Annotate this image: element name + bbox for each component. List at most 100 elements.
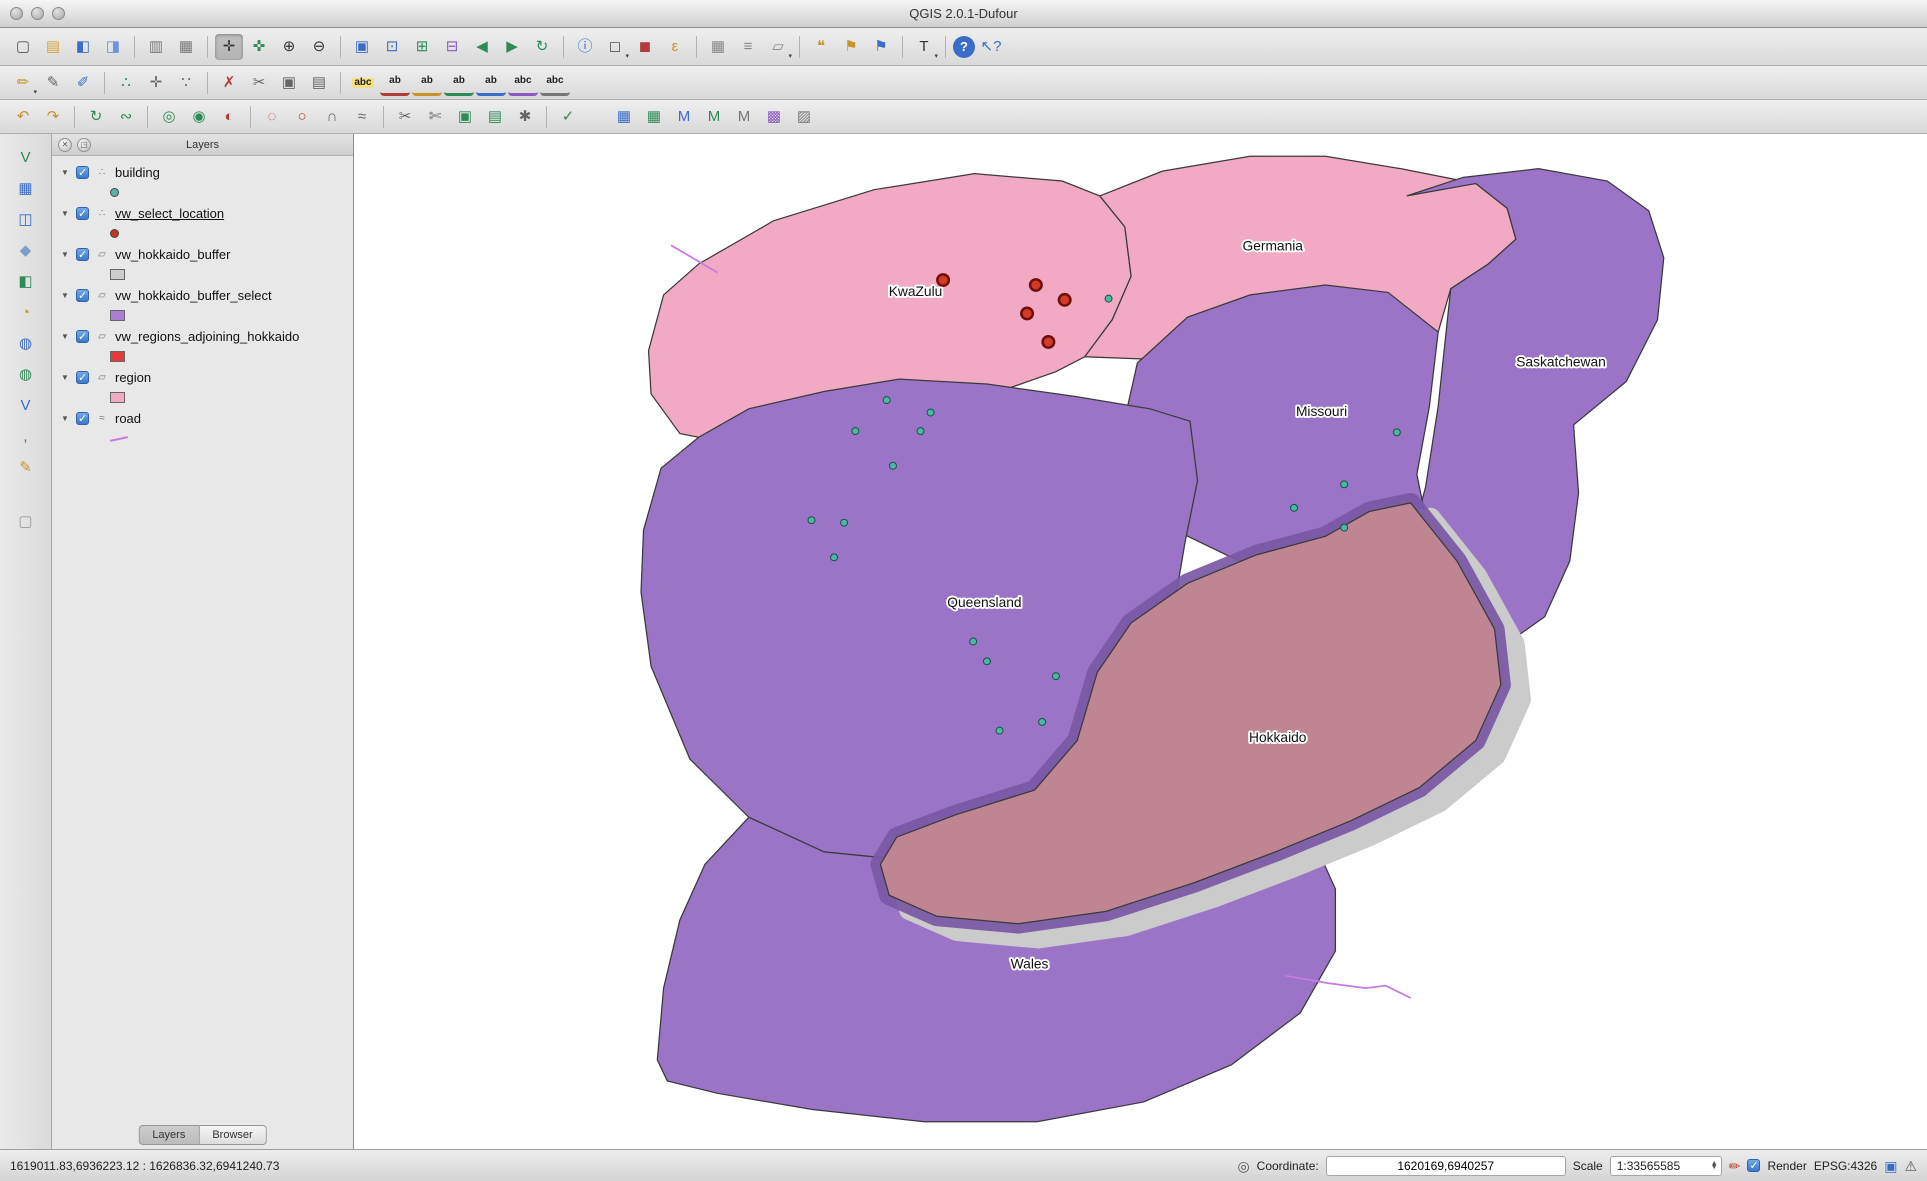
paste-features-button[interactable]: ▤ xyxy=(305,70,333,96)
fill-ring-button[interactable]: ◐ xyxy=(215,104,243,130)
new-project-button[interactable]: ▢ xyxy=(9,34,37,60)
pan-map-button[interactable]: ✛ xyxy=(215,34,243,60)
add-spatialite-layer-button[interactable]: ◆ xyxy=(12,237,40,263)
map-tips-button[interactable]: ❝ xyxy=(807,34,835,60)
save-project-as-button[interactable]: ◨ xyxy=(99,34,127,60)
split-features-button[interactable]: ✂ xyxy=(391,104,419,130)
disclosure-triangle-icon[interactable]: ▼ xyxy=(60,250,70,259)
pan-to-selection-button[interactable]: ✜ xyxy=(245,34,273,60)
labeling-button[interactable]: abc xyxy=(348,70,378,96)
zoom-to-layer-button[interactable]: ⊟ xyxy=(438,34,466,60)
label-properties-button[interactable]: abc xyxy=(508,70,538,96)
stop-render-icon[interactable]: ✏ xyxy=(1729,1159,1741,1173)
field-calculator-button[interactable]: ≡ xyxy=(734,34,762,60)
simplify-feature-button[interactable]: ∾ xyxy=(112,104,140,130)
add-postgis-layer-button[interactable]: ◫ xyxy=(12,206,40,232)
coordinate-input[interactable] xyxy=(1326,1156,1566,1176)
open-attribute-table-button[interactable]: ▦ xyxy=(704,34,732,60)
merge-attributes-button[interactable]: ▤ xyxy=(481,104,509,130)
current-edits-button[interactable]: ✏▾ xyxy=(9,70,37,96)
add-ring-button[interactable]: ◎ xyxy=(155,104,183,130)
layer-visibility-checkbox[interactable] xyxy=(76,248,89,261)
add-mssql-layer-button[interactable]: ◧ xyxy=(12,268,40,294)
split-parts-button[interactable]: ✄ xyxy=(421,104,449,130)
label-show-hide-button[interactable]: ab xyxy=(412,70,442,96)
map-tools-button[interactable]: ▢ xyxy=(12,508,40,534)
save-project-button[interactable]: ◧ xyxy=(69,34,97,60)
add-wfs-layer-button[interactable]: V xyxy=(12,392,40,418)
add-part-button[interactable]: ◉ xyxy=(185,104,213,130)
disclosure-triangle-icon[interactable]: ▼ xyxy=(60,414,70,423)
deselect-features-button[interactable]: ◼ xyxy=(631,34,659,60)
layer-visibility-checkbox[interactable] xyxy=(76,412,89,425)
delete-ring-button[interactable]: ◌ xyxy=(258,104,286,130)
zoom-full-button[interactable]: ⊡ xyxy=(378,34,406,60)
redo-button[interactable]: ↷ xyxy=(39,104,67,130)
add-wms-layer-button[interactable]: ◍ xyxy=(12,330,40,356)
offset-curve-button[interactable]: ≈ xyxy=(348,104,376,130)
add-delimited-text-layer-button[interactable]: , xyxy=(12,423,40,449)
layer-visibility-checkbox[interactable] xyxy=(76,207,89,220)
zoom-in-button[interactable]: ⊕ xyxy=(275,34,303,60)
disclosure-triangle-icon[interactable]: ▼ xyxy=(60,209,70,218)
measure-line-button[interactable]: ▱▾ xyxy=(764,34,792,60)
plugin-grid-gray-button[interactable]: ▨ xyxy=(790,104,818,130)
crs-status-icon[interactable]: ▣ xyxy=(1884,1159,1897,1173)
layer-row[interactable]: ▼▱vw_hokkaido_buffer_select xyxy=(52,284,353,306)
select-by-expression-button[interactable]: ε xyxy=(661,34,689,60)
node-tool-button[interactable]: ∵ xyxy=(172,70,200,96)
undo-button[interactable]: ↶ xyxy=(9,104,37,130)
processing-toolbox-button[interactable]: ▦ xyxy=(610,104,638,130)
layer-visibility-checkbox[interactable] xyxy=(76,289,89,302)
composer-manager-button[interactable]: ▦ xyxy=(172,34,200,60)
label-rotate-button[interactable]: ab xyxy=(476,70,506,96)
add-raster-layer-button[interactable]: ▦ xyxy=(12,175,40,201)
add-wcs-layer-button[interactable]: ◍ xyxy=(12,361,40,387)
open-project-button[interactable]: ▤ xyxy=(39,34,67,60)
graphical-modeler-button[interactable]: ▦ xyxy=(640,104,668,130)
zoom-next-button[interactable]: ▶ xyxy=(498,34,526,60)
layer-row[interactable]: ▼∴vw_select_location xyxy=(52,202,353,224)
add-vector-layer-button[interactable]: V xyxy=(12,144,40,170)
text-annotation-button[interactable]: T▾ xyxy=(910,34,938,60)
rotate-point-symbols-button[interactable]: ✱ xyxy=(511,104,539,130)
new-print-composer-button[interactable]: ▥ xyxy=(142,34,170,60)
save-layer-edits-button[interactable]: ✐ xyxy=(69,70,97,96)
toggle-editing-button[interactable]: ✎ xyxy=(39,70,67,96)
copy-features-button[interactable]: ▣ xyxy=(275,70,303,96)
plugin-m-blue-button[interactable]: M xyxy=(670,104,698,130)
layer-visibility-checkbox[interactable] xyxy=(76,330,89,343)
zoom-out-button[interactable]: ⊖ xyxy=(305,34,333,60)
panel-float-icon[interactable]: ◳ xyxy=(77,138,91,152)
plugin-m-green-button[interactable]: M xyxy=(700,104,728,130)
panel-tab-browser[interactable]: Browser xyxy=(199,1125,266,1145)
panel-tab-layers[interactable]: Layers xyxy=(138,1125,199,1145)
render-checkbox[interactable] xyxy=(1747,1159,1760,1172)
label-move-button[interactable]: ab xyxy=(444,70,474,96)
zoom-native-button[interactable]: ▣ xyxy=(348,34,376,60)
show-bookmarks-button[interactable]: ⚑ xyxy=(867,34,895,60)
panel-close-icon[interactable]: ✕ xyxy=(58,138,72,152)
scale-combo[interactable]: 1:33565585 ▲▼ xyxy=(1610,1156,1722,1176)
move-feature-button[interactable]: ✛ xyxy=(142,70,170,96)
new-shapefile-layer-button[interactable]: ✎ xyxy=(12,454,40,480)
disclosure-triangle-icon[interactable]: ▼ xyxy=(60,373,70,382)
layer-visibility-checkbox[interactable] xyxy=(76,166,89,179)
map-canvas[interactable]: KwaZuluGermaniaSaskatchewanMissouriQueen… xyxy=(354,134,1927,1149)
refresh-map-button[interactable]: ↻ xyxy=(528,34,556,60)
title-bar[interactable]: QGIS 2.0.1-Dufour xyxy=(0,0,1927,28)
merge-features-button[interactable]: ▣ xyxy=(451,104,479,130)
delete-part-button[interactable]: ○ xyxy=(288,104,316,130)
add-feature-button[interactable]: ∴ xyxy=(112,70,140,96)
layer-visibility-checkbox[interactable] xyxy=(76,371,89,384)
identify-features-button[interactable]: ⓘ xyxy=(571,34,599,60)
help-contents-button[interactable]: ? xyxy=(953,36,975,58)
label-change-button[interactable]: abc xyxy=(540,70,570,96)
zoom-to-selection-button[interactable]: ⊞ xyxy=(408,34,436,60)
layer-row[interactable]: ▼∴building xyxy=(52,161,353,183)
cut-features-button[interactable]: ✂ xyxy=(245,70,273,96)
check-geometry-button[interactable]: ✓ xyxy=(554,104,582,130)
new-bookmark-button[interactable]: ⚑ xyxy=(837,34,865,60)
reshape-features-button[interactable]: ∩ xyxy=(318,104,346,130)
add-oracle-layer-button[interactable]: ◔ xyxy=(12,299,40,325)
